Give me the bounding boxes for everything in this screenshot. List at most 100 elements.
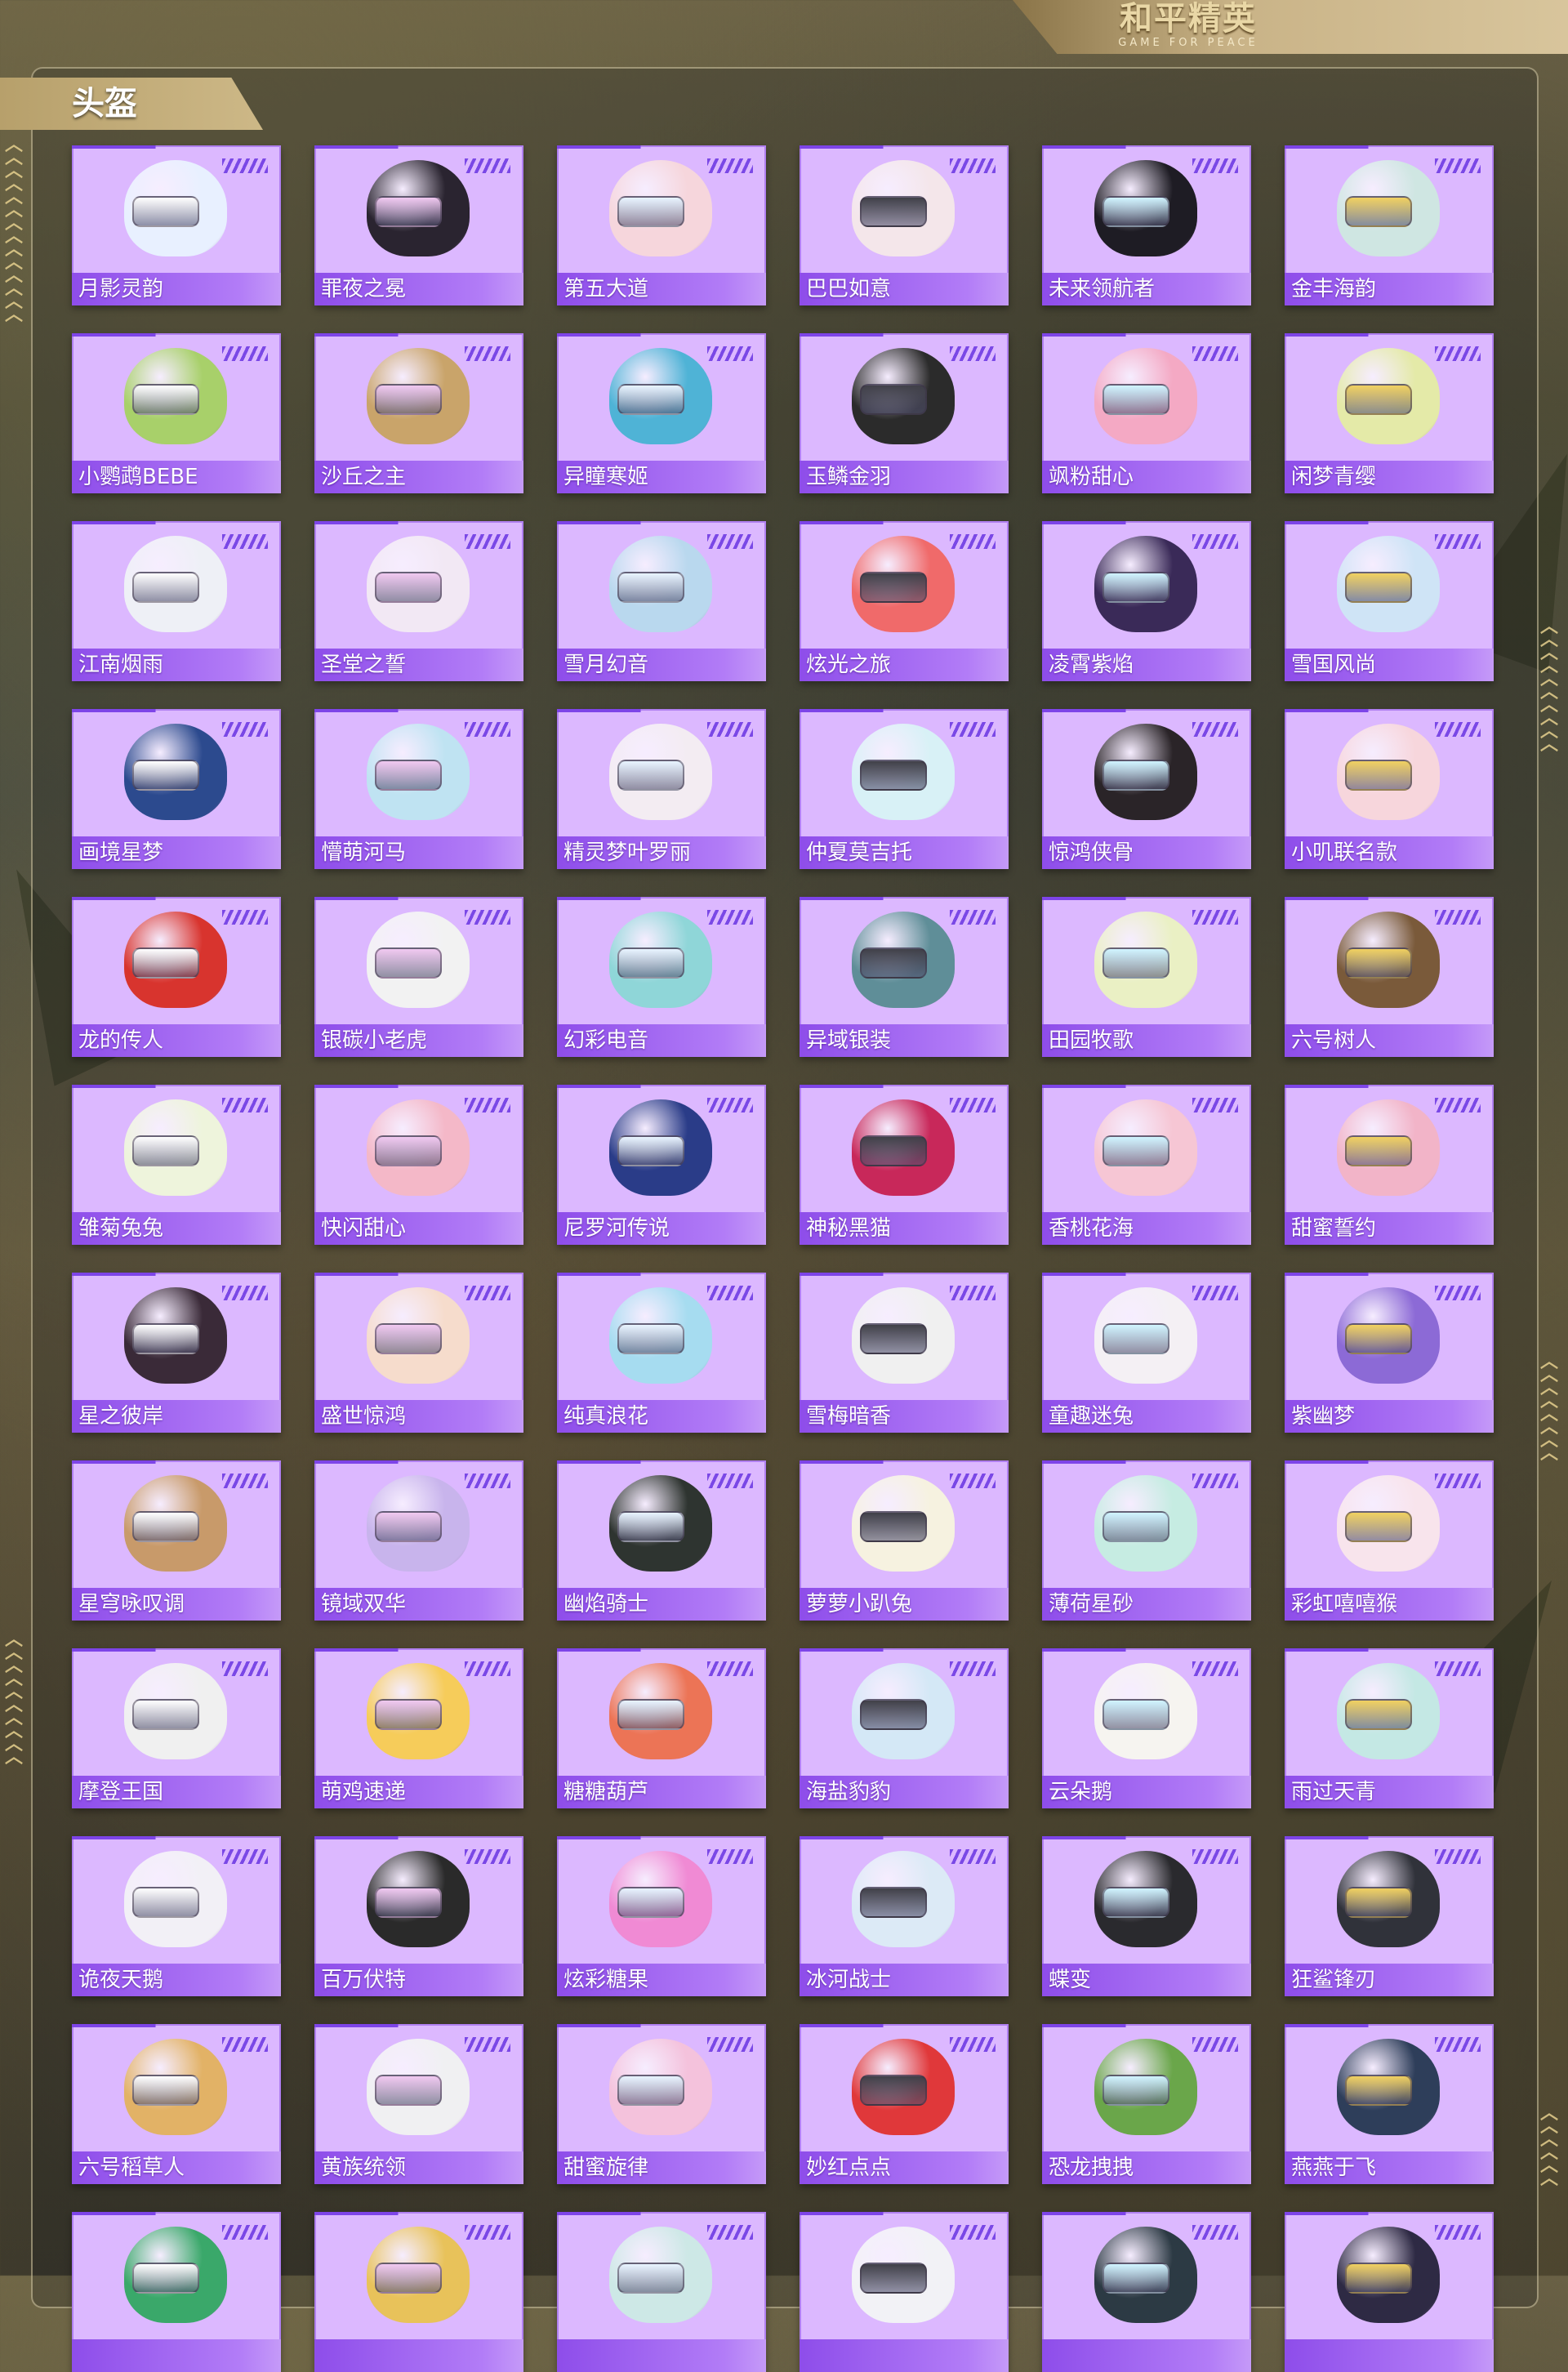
rarity-stripes-icon bbox=[1435, 1098, 1481, 1112]
helmet-card[interactable]: 炫光之旅 bbox=[800, 521, 1009, 681]
rarity-stripes-icon bbox=[465, 1661, 510, 1676]
helmet-visor-icon bbox=[132, 947, 199, 979]
helmet-card[interactable]: 黄族统领 bbox=[314, 2024, 523, 2184]
helmet-card[interactable]: 银碳小老虎 bbox=[314, 897, 523, 1057]
helmet-card[interactable]: 江南烟雨 bbox=[72, 521, 281, 681]
rarity-stripes-icon bbox=[707, 1474, 753, 1488]
helmet-card[interactable]: 紫幽梦 bbox=[1285, 1273, 1494, 1433]
helmet-card[interactable]: 神秘黑猫 bbox=[800, 1085, 1009, 1245]
helmet-card[interactable]: 小鹦鹉BEBE bbox=[72, 333, 281, 493]
helmet-card[interactable]: 画境星梦 bbox=[72, 709, 281, 869]
helmet-card[interactable]: 第五大道 bbox=[557, 145, 766, 305]
helmet-card[interactable]: 萌鸡速递 bbox=[314, 1648, 523, 1808]
helmet-card[interactable] bbox=[1042, 2212, 1251, 2372]
helmet-card[interactable]: 冰河战士 bbox=[800, 1836, 1009, 1996]
helmet-card[interactable]: 雨过天青 bbox=[1285, 1648, 1494, 1808]
helmet-card[interactable]: 六号稻草人 bbox=[72, 2024, 281, 2184]
helmet-card[interactable]: 精灵梦叶罗丽 bbox=[557, 709, 766, 869]
helmet-card[interactable]: 炫彩糖果 bbox=[557, 1836, 766, 1996]
helmet-card[interactable]: 月影灵韵 bbox=[72, 145, 281, 305]
rarity-stripes-icon bbox=[465, 910, 510, 925]
helmet-card[interactable]: 童趣迷兔 bbox=[1042, 1273, 1251, 1433]
helmet-card[interactable] bbox=[557, 2212, 766, 2372]
helmet-card[interactable] bbox=[800, 2212, 1009, 2372]
helmet-card[interactable]: 六号树人 bbox=[1285, 897, 1494, 1057]
helmet-card[interactable]: 香桃花海 bbox=[1042, 1085, 1251, 1245]
helmet-card[interactable]: 飒粉甜心 bbox=[1042, 333, 1251, 493]
rarity-stripes-icon bbox=[1192, 722, 1238, 737]
helmet-visor-icon bbox=[375, 384, 442, 415]
helmet-card[interactable] bbox=[72, 2212, 281, 2372]
helmet-name: 糖糖葫芦 bbox=[557, 1776, 766, 1808]
helmet-visor-icon bbox=[132, 2075, 199, 2106]
helmet-card[interactable]: 尼罗河传说 bbox=[557, 1085, 766, 1245]
helmet-card[interactable]: 萝萝小趴兔 bbox=[800, 1460, 1009, 1621]
rarity-stripes-icon bbox=[222, 534, 268, 549]
helmet-card[interactable]: 罪夜之冕 bbox=[314, 145, 523, 305]
helmet-card[interactable]: 雪国风尚 bbox=[1285, 521, 1494, 681]
helmet-card[interactable]: 百万伏特 bbox=[314, 1836, 523, 1996]
helmet-name: 雪梅暗香 bbox=[800, 1400, 1009, 1433]
helmet-card[interactable]: 异瞳寒姬 bbox=[557, 333, 766, 493]
helmet-card[interactable]: 甜蜜旋律 bbox=[557, 2024, 766, 2184]
helmet-card[interactable]: 懵萌河马 bbox=[314, 709, 523, 869]
helmet-name bbox=[1042, 2339, 1251, 2372]
helmet-card[interactable]: 圣堂之誓 bbox=[314, 521, 523, 681]
helmet-card[interactable]: 田园牧歌 bbox=[1042, 897, 1251, 1057]
helmet-card[interactable]: 星穹咏叹调 bbox=[72, 1460, 281, 1621]
helmet-card[interactable]: 惊鸿侠骨 bbox=[1042, 709, 1251, 869]
helmet-name: 雪国风尚 bbox=[1285, 649, 1494, 681]
rarity-stripes-icon bbox=[465, 1474, 510, 1488]
rarity-stripes-icon bbox=[465, 346, 510, 361]
section-title: 头盔 bbox=[72, 85, 137, 123]
helmet-card[interactable]: 仲夏莫吉托 bbox=[800, 709, 1009, 869]
rarity-stripes-icon bbox=[1192, 346, 1238, 361]
helmet-card[interactable] bbox=[314, 2212, 523, 2372]
helmet-visor-icon bbox=[860, 1135, 927, 1166]
helmet-card[interactable]: 妙红点点 bbox=[800, 2024, 1009, 2184]
helmet-card[interactable]: 沙丘之主 bbox=[314, 333, 523, 493]
helmet-card[interactable]: 龙的传人 bbox=[72, 897, 281, 1057]
helmet-card[interactable]: 薄荷星砂 bbox=[1042, 1460, 1251, 1621]
rarity-stripes-icon bbox=[1435, 722, 1481, 737]
helmet-name bbox=[557, 2339, 766, 2372]
helmet-card[interactable]: 云朵鹅 bbox=[1042, 1648, 1251, 1808]
helmet-card[interactable]: 纯真浪花 bbox=[557, 1273, 766, 1433]
helmet-card[interactable]: 盛世惊鸿 bbox=[314, 1273, 523, 1433]
rarity-stripes-icon bbox=[950, 1286, 996, 1300]
helmet-visor-icon bbox=[375, 947, 442, 979]
helmet-card[interactable]: 小叽联名款 bbox=[1285, 709, 1494, 869]
helmet-card[interactable]: 巴巴如意 bbox=[800, 145, 1009, 305]
helmet-card[interactable]: 闲梦青缨 bbox=[1285, 333, 1494, 493]
helmet-card[interactable]: 星之彼岸 bbox=[72, 1273, 281, 1433]
helmet-card[interactable]: 狂鲨锋刃 bbox=[1285, 1836, 1494, 1996]
helmet-card[interactable]: 幻彩电音 bbox=[557, 897, 766, 1057]
helmet-card[interactable]: 金丰海韵 bbox=[1285, 145, 1494, 305]
helmet-card[interactable]: 甜蜜誓约 bbox=[1285, 1085, 1494, 1245]
helmet-card[interactable]: 快闪甜心 bbox=[314, 1085, 523, 1245]
helmet-card[interactable]: 摩登王国 bbox=[72, 1648, 281, 1808]
helmet-card[interactable]: 幽焰骑士 bbox=[557, 1460, 766, 1621]
helmet-card[interactable]: 蝶变 bbox=[1042, 1836, 1251, 1996]
helmet-card[interactable]: 海盐豹豹 bbox=[800, 1648, 1009, 1808]
helmet-card[interactable]: 恐龙拽拽 bbox=[1042, 2024, 1251, 2184]
helmet-card[interactable]: 燕燕于飞 bbox=[1285, 2024, 1494, 2184]
rarity-stripes-icon bbox=[1192, 2225, 1238, 2240]
helmet-card[interactable]: 未来领航者 bbox=[1042, 145, 1251, 305]
helmet-visor-icon bbox=[1102, 1323, 1169, 1354]
helmet-name: 狂鲨锋刃 bbox=[1285, 1964, 1494, 1996]
helmet-card[interactable]: 玉鳞金羽 bbox=[800, 333, 1009, 493]
helmet-card[interactable]: 异域银装 bbox=[800, 897, 1009, 1057]
rarity-stripes-icon bbox=[950, 346, 996, 361]
helmet-card[interactable]: 雪月幻音 bbox=[557, 521, 766, 681]
helmet-card[interactable]: 雏菊兔兔 bbox=[72, 1085, 281, 1245]
helmet-card[interactable]: 诡夜天鹅 bbox=[72, 1836, 281, 1996]
helmet-card[interactable]: 彩虹嘻嘻猴 bbox=[1285, 1460, 1494, 1621]
helmet-card[interactable]: 凌霄紫焰 bbox=[1042, 521, 1251, 681]
helmet-name: 六号树人 bbox=[1285, 1024, 1494, 1057]
helmet-card[interactable] bbox=[1285, 2212, 1494, 2372]
helmet-name: 玉鳞金羽 bbox=[800, 461, 1009, 493]
helmet-card[interactable]: 镜域双华 bbox=[314, 1460, 523, 1621]
helmet-card[interactable]: 雪梅暗香 bbox=[800, 1273, 1009, 1433]
helmet-card[interactable]: 糖糖葫芦 bbox=[557, 1648, 766, 1808]
